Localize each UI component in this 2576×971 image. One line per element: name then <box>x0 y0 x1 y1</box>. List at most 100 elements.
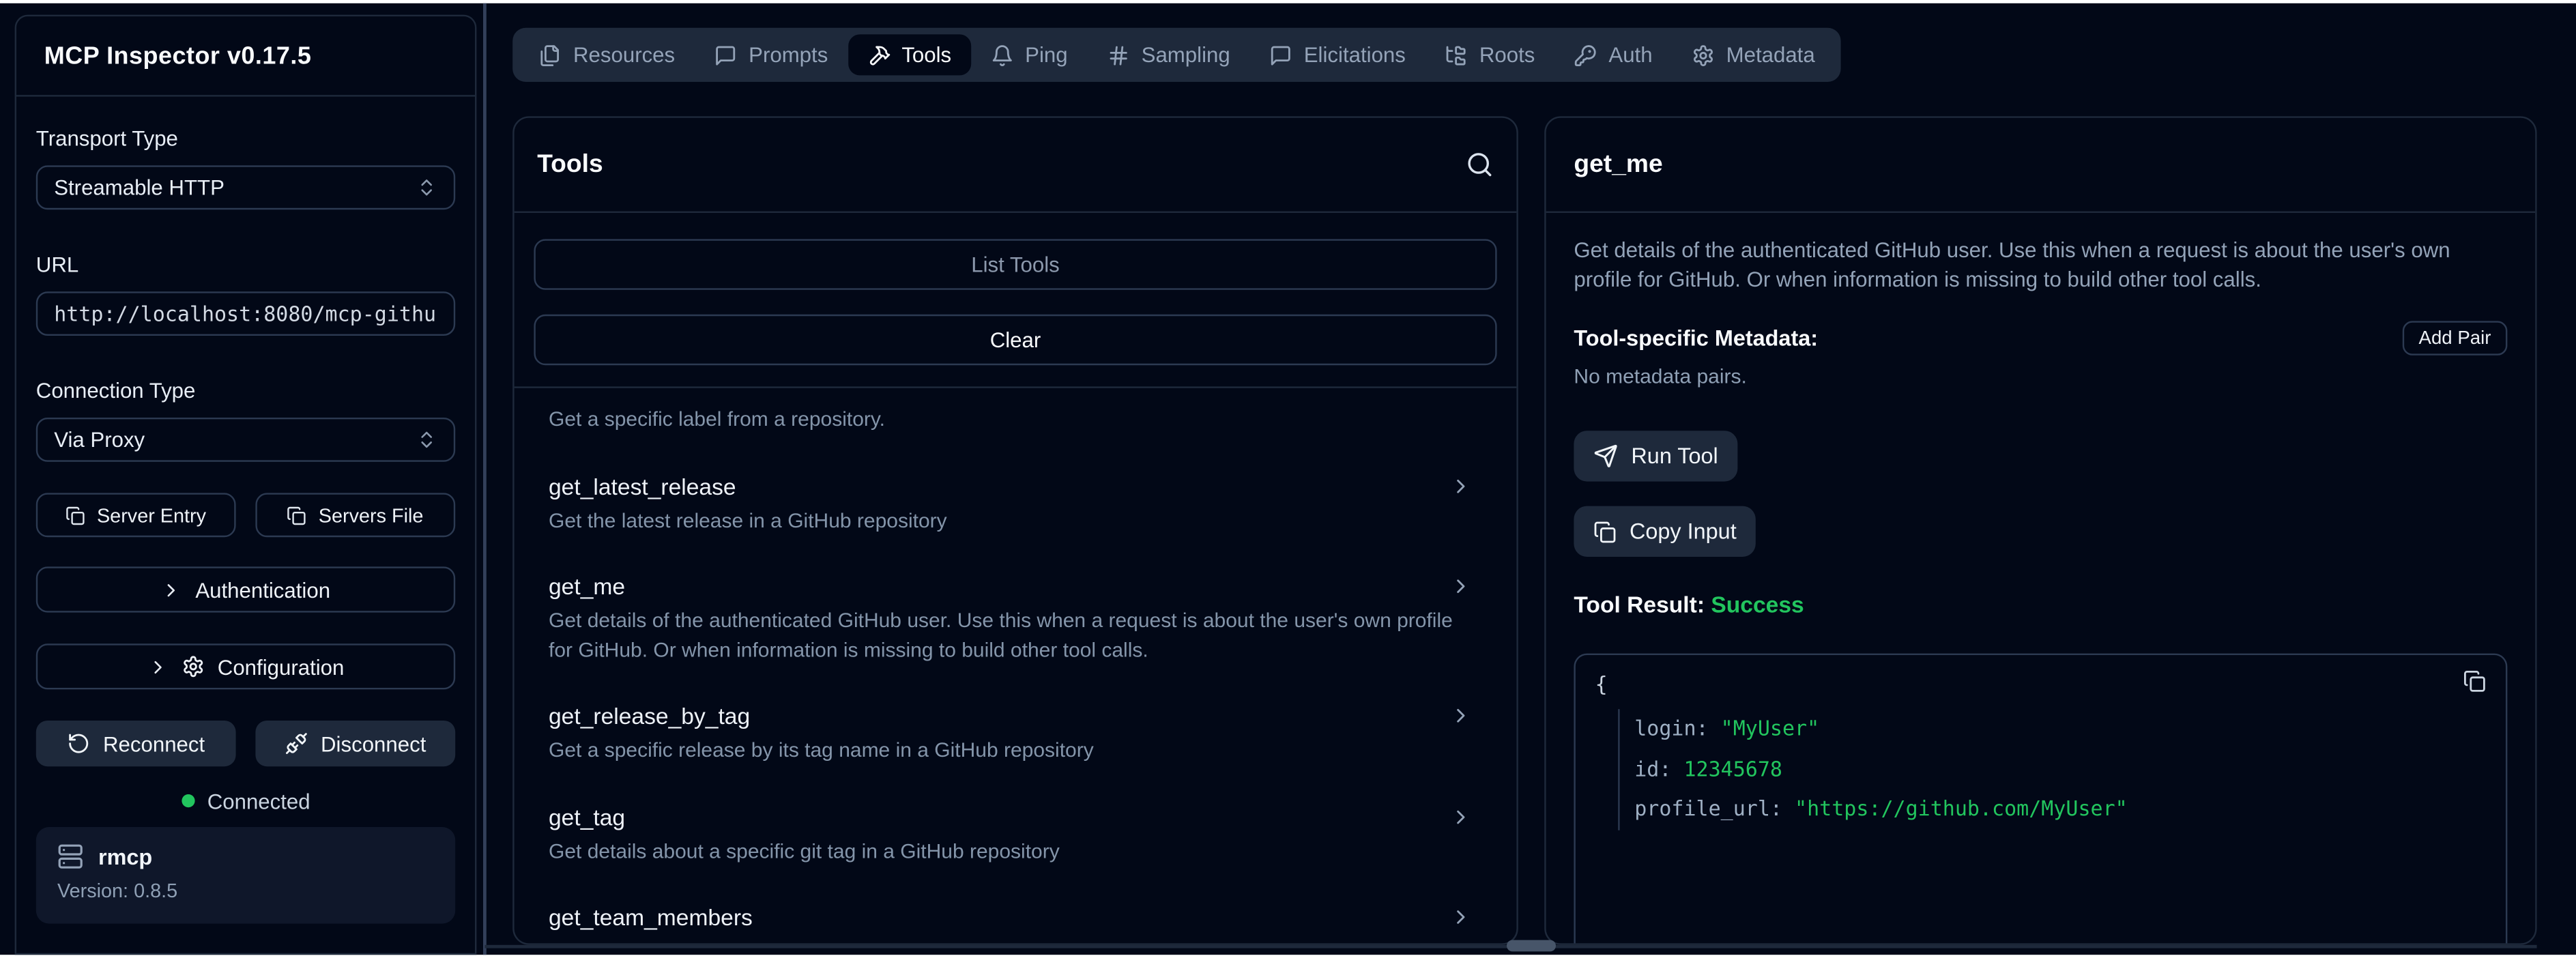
tools-actions-block: List Tools Clear <box>515 213 1517 388</box>
folder-tree-icon <box>1445 44 1468 67</box>
tool-description: Get the latest release in a GitHub repos… <box>549 507 1482 536</box>
sidebar-resize-handle[interactable] <box>483 3 487 955</box>
tab-label: Elicitations <box>1304 42 1406 67</box>
connection-type-select[interactable]: Via Proxy <box>36 418 455 462</box>
reconnect-button[interactable]: Reconnect <box>36 721 236 766</box>
unplug-icon <box>285 732 308 755</box>
tools-panel-header: Tools <box>515 118 1517 213</box>
run-tool-button[interactable]: Run Tool <box>1574 431 1737 481</box>
detail-panel-body: Get details of the authenticated GitHub … <box>1546 236 2536 945</box>
tool-list-item-get_tag[interactable]: get_tagGet details about a specific git … <box>549 783 1482 884</box>
json-lines: login: "MyUser" id: 12345678 profile_url: … <box>1618 709 2486 829</box>
tool-description: Get member usernames of a specific team … <box>549 938 1482 945</box>
copy-icon <box>287 505 307 525</box>
chevron-right-icon <box>1449 905 1473 929</box>
no-metadata-text: No metadata pairs. <box>1574 365 2507 388</box>
settings-icon <box>1692 44 1715 67</box>
tab-elicitations[interactable]: Elicitations <box>1250 34 1426 75</box>
metadata-row: Tool-specific Metadata: Add Pair <box>1574 321 2507 355</box>
message-square-icon <box>714 44 738 67</box>
tool-list: Get a specific label from a repository.g… <box>515 388 1517 945</box>
transport-type-select[interactable]: Streamable HTTP <box>36 165 455 209</box>
send-icon <box>1593 444 1618 468</box>
tool-name: get_team_members <box>549 902 1482 931</box>
bell-icon <box>991 44 1014 67</box>
tools-panel-title: Tools <box>537 150 603 179</box>
json-value: "MyUser" <box>1721 716 1820 740</box>
connected-dot-icon <box>181 794 194 807</box>
list-tools-button[interactable]: List Tools <box>534 239 1496 289</box>
tool-result-label: Tool Result: <box>1574 591 1705 617</box>
clear-button[interactable]: Clear <box>534 315 1496 365</box>
tab-roots[interactable]: Roots <box>1426 34 1555 75</box>
disconnect-button[interactable]: Disconnect <box>255 721 455 766</box>
json-line: login: "MyUser" <box>1634 709 2486 749</box>
key-icon <box>1574 44 1597 67</box>
tool-result-status: Success <box>1711 591 1804 617</box>
connection-type-value: Via Proxy <box>54 427 145 452</box>
app-title: MCP Inspector v0.17.5 <box>44 42 312 70</box>
servers-file-button[interactable]: Servers File <box>255 493 455 537</box>
tool-list-item[interactable]: Get a specific label from a repository. <box>549 388 1482 453</box>
sidebar-header: MCP Inspector v0.17.5 <box>16 16 475 97</box>
chevrons-up-down-icon <box>416 429 437 450</box>
copy-input-button[interactable]: Copy Input <box>1574 506 1756 557</box>
copy-icon <box>1593 520 1617 543</box>
transport-type-label: Transport Type <box>36 126 455 152</box>
json-value: 12345678 <box>1683 756 1782 781</box>
files-icon <box>539 44 562 67</box>
chevron-right-icon <box>1449 474 1473 497</box>
server-entry-button[interactable]: Server Entry <box>36 493 236 537</box>
message-square-icon <box>1269 44 1292 67</box>
tool-name: get_me <box>549 572 1482 601</box>
authentication-label: Authentication <box>195 577 330 602</box>
tab-sampling[interactable]: Sampling <box>1087 34 1249 75</box>
chevron-right-icon <box>147 656 169 677</box>
tool-list-item-get_team_members[interactable]: get_team_members Get member usernames of … <box>549 884 1482 945</box>
hammer-icon <box>867 44 891 67</box>
metadata-label: Tool-specific Metadata: <box>1574 326 1818 351</box>
top-tab-bar: Resources Prompts ToolsPingSampling Elicita… <box>512 28 1841 82</box>
tab-label: Prompts <box>749 42 828 67</box>
url-label: URL <box>36 252 455 278</box>
tab-label: Metadata <box>1726 42 1815 67</box>
tool-list-item-get_me[interactable]: get_me Get details of the authenticated G… <box>549 553 1482 683</box>
copy-json-icon[interactable] <box>2463 670 2487 693</box>
tab-metadata[interactable]: Metadata <box>1672 34 1834 75</box>
url-value: http://localhost:8080/mcp-githu <box>54 302 436 326</box>
copy-input-label: Copy Input <box>1630 519 1737 544</box>
tab-resources[interactable]: Resources <box>519 34 695 75</box>
tab-label: Roots <box>1479 42 1535 67</box>
connection-buttons-row: Reconnect Disconnect <box>36 721 455 766</box>
hash-icon <box>1107 44 1130 67</box>
tab-auth[interactable]: Auth <box>1554 34 1672 75</box>
sidebar-body: Transport Type Streamable HTTP URL http:… <box>16 126 475 924</box>
json-value: "https://github.com/MyUser" <box>1795 796 2128 820</box>
json-key: id: <box>1634 756 1683 781</box>
tool-description: Get a specific release by its tag name i… <box>549 737 1482 766</box>
connection-status: Connected <box>36 786 455 815</box>
run-tool-label: Run Tool <box>1631 444 1718 468</box>
panel-resize-handle[interactable] <box>1507 940 1556 952</box>
tool-list-item-get_release_by_tag[interactable]: get_release_by_tagGet a specific release… <box>549 683 1482 784</box>
connection-status-text: Connected <box>207 789 310 813</box>
tab-prompts[interactable]: Prompts <box>695 34 848 75</box>
json-line: profile_url: "https://github.com/MyUser" <box>1634 789 2486 830</box>
tools-list-panel: Tools List Tools Clear Get a specific la… <box>512 116 1518 944</box>
tool-detail-panel: get_me Get details of the authenticated … <box>1544 116 2536 944</box>
copy-buttons-row: Server Entry Servers File <box>36 493 455 537</box>
chevron-right-icon <box>1449 704 1473 727</box>
authentication-toggle[interactable]: Authentication <box>36 566 455 612</box>
tool-list-item-get_latest_release[interactable]: get_latest_releaseGet the latest release… <box>549 453 1482 554</box>
tab-tools[interactable]: Tools <box>848 34 971 75</box>
add-pair-button[interactable]: Add Pair <box>2403 321 2508 355</box>
chevron-right-icon <box>161 579 182 600</box>
tab-ping[interactable]: Ping <box>971 34 1087 75</box>
search-icon[interactable] <box>1466 151 1494 179</box>
tool-description: Get details of the authenticated GitHub … <box>549 607 1482 665</box>
url-input[interactable]: http://localhost:8080/mcp-githu <box>36 291 455 336</box>
reconnect-label: Reconnect <box>103 731 205 756</box>
configuration-toggle[interactable]: Configuration <box>36 643 455 689</box>
transport-type-value: Streamable HTTP <box>54 175 225 200</box>
result-json-viewer: { login: "MyUser"id: 12345678profile_url… <box>1574 654 2507 945</box>
